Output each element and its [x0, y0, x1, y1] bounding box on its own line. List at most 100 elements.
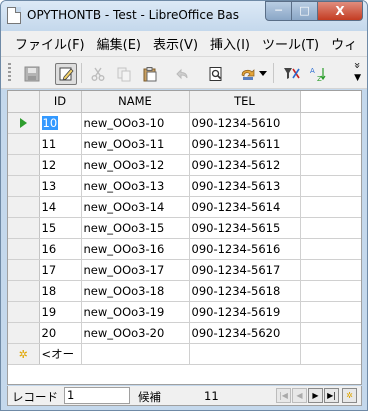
autofilter-icon[interactable]	[281, 63, 303, 85]
cell-id[interactable]: 16	[39, 238, 82, 260]
chevron-down-icon[interactable]	[257, 63, 269, 85]
cell-name[interactable]: new_OOo3-17	[81, 259, 190, 281]
row-header[interactable]	[8, 238, 40, 260]
cell-id[interactable]: 14	[39, 196, 82, 218]
new-record-button[interactable]: ✲	[342, 388, 357, 403]
cell-id[interactable]: 19	[39, 301, 82, 323]
column-header-tel[interactable]: TEL	[189, 91, 301, 113]
row-header[interactable]: ✲	[8, 343, 40, 365]
menu-view[interactable]: 表示(V)	[147, 34, 204, 53]
cell-tel[interactable]: 090-1234-5616	[189, 238, 301, 260]
next-record-button[interactable]: ▶	[308, 388, 323, 403]
toolbar-overflow[interactable]: » ▼	[351, 61, 364, 83]
save-icon[interactable]	[21, 63, 43, 85]
cell-tel[interactable]: 090-1234-5615	[189, 217, 301, 239]
cell-name[interactable]: new_OOo3-14	[81, 196, 190, 218]
cell-name[interactable]: new_OOo3-11	[81, 133, 190, 155]
empty-cell	[300, 217, 361, 239]
row-header[interactable]	[8, 322, 40, 344]
column-header-name[interactable]: NAME	[81, 91, 190, 113]
record-navigation-bar: レコード 1 候補 11 |◀ ◀ ▶ ▶| ✲	[7, 386, 362, 406]
table-row[interactable]: 11 new_OOo3-11 090-1234-5611	[8, 133, 361, 155]
menu-edit[interactable]: 編集(E)	[91, 34, 147, 53]
column-header-id[interactable]: ID	[39, 91, 82, 113]
cell-name[interactable]: new_OOo3-19	[81, 301, 190, 323]
cell-tel[interactable]: 090-1234-5610	[189, 112, 301, 134]
table-row[interactable]: 17 new_OOo3-17 090-1234-5617	[8, 259, 361, 281]
print-preview-icon[interactable]	[205, 63, 227, 85]
cell-id[interactable]: 10	[39, 112, 82, 134]
row-header[interactable]	[8, 175, 40, 197]
maximize-button[interactable]: □	[292, 1, 318, 21]
cell-name[interactable]: new_OOo3-18	[81, 280, 190, 302]
menu-insert[interactable]: 挿入(I)	[204, 34, 256, 53]
cell-id[interactable]: <オー	[39, 343, 82, 365]
cut-icon[interactable]	[87, 63, 109, 85]
table-row[interactable]: 10 new_OOo3-10 090-1234-5610	[8, 112, 361, 134]
cell-name[interactable]: new_OOo3-20	[81, 322, 190, 344]
row-header[interactable]	[8, 259, 40, 281]
cell-tel[interactable]: 090-1234-5617	[189, 259, 301, 281]
cell-name[interactable]	[81, 343, 190, 365]
menu-tools[interactable]: ツール(T)	[256, 34, 325, 53]
row-header[interactable]	[8, 133, 40, 155]
cell-id[interactable]: 13	[39, 175, 82, 197]
undo-icon[interactable]	[171, 63, 193, 85]
empty-cell	[300, 343, 361, 365]
cell-name[interactable]: new_OOo3-13	[81, 175, 190, 197]
cell-name[interactable]: new_OOo3-10	[81, 112, 190, 134]
empty-cell	[300, 133, 361, 155]
cell-id[interactable]: 20	[39, 322, 82, 344]
cell-name[interactable]: new_OOo3-15	[81, 217, 190, 239]
new-record-row[interactable]: ✲ <オー	[8, 343, 361, 365]
empty-cell	[300, 175, 361, 197]
cell-tel[interactable]: 090-1234-5613	[189, 175, 301, 197]
menu-file[interactable]: ファイル(F)	[1, 34, 91, 53]
table-row[interactable]: 15 new_OOo3-15 090-1234-5615	[8, 217, 361, 239]
row-header[interactable]	[8, 301, 40, 323]
sort-ascending-icon[interactable]: AZ	[307, 63, 329, 85]
selected-cell-text: 10	[41, 115, 59, 130]
cell-tel[interactable]: 090-1234-5611	[189, 133, 301, 155]
row-header[interactable]	[8, 280, 40, 302]
cell-tel[interactable]: 090-1234-5618	[189, 280, 301, 302]
cell-name[interactable]: new_OOo3-16	[81, 238, 190, 260]
table-row[interactable]: 14 new_OOo3-14 090-1234-5614	[8, 196, 361, 218]
paste-icon[interactable]	[139, 63, 161, 85]
cell-id[interactable]: 12	[39, 154, 82, 176]
close-button[interactable]: X	[318, 1, 363, 21]
table-row[interactable]: 20 new_OOo3-20 090-1234-5620	[8, 322, 361, 344]
cell-tel[interactable]: 090-1234-5612	[189, 154, 301, 176]
row-header[interactable]	[8, 196, 40, 218]
cell-tel[interactable]: 090-1234-5620	[189, 322, 301, 344]
row-header[interactable]	[8, 154, 40, 176]
edit-mode-icon[interactable]	[55, 63, 77, 85]
cell-tel[interactable]: 090-1234-5619	[189, 301, 301, 323]
toolbar-grip[interactable]	[8, 63, 11, 83]
cell-id[interactable]: 15	[39, 217, 82, 239]
table-row[interactable]: 19 new_OOo3-19 090-1234-5619	[8, 301, 361, 323]
sort-icon[interactable]	[237, 63, 259, 85]
row-header[interactable]	[8, 217, 40, 239]
menu-window[interactable]: ウィ	[325, 34, 363, 53]
record-label: レコード	[12, 390, 58, 404]
record-number-input[interactable]: 1	[64, 387, 130, 404]
corner-header[interactable]	[8, 91, 40, 113]
cell-tel[interactable]: 090-1234-5614	[189, 196, 301, 218]
cell-id[interactable]: 17	[39, 259, 82, 281]
previous-record-button[interactable]: ◀	[292, 388, 307, 403]
empty-header-space	[300, 91, 361, 113]
cell-id[interactable]: 18	[39, 280, 82, 302]
table-row[interactable]: 12 new_OOo3-12 090-1234-5612	[8, 154, 361, 176]
cell-tel[interactable]	[189, 343, 301, 365]
row-header[interactable]	[8, 112, 40, 134]
last-record-button[interactable]: ▶|	[324, 388, 339, 403]
table-row[interactable]: 13 new_OOo3-13 090-1234-5613	[8, 175, 361, 197]
table-row[interactable]: 16 new_OOo3-16 090-1234-5616	[8, 238, 361, 260]
table-row[interactable]: 18 new_OOo3-18 090-1234-5618	[8, 280, 361, 302]
copy-icon[interactable]	[113, 63, 135, 85]
cell-id[interactable]: 11	[39, 133, 82, 155]
cell-name[interactable]: new_OOo3-12	[81, 154, 190, 176]
first-record-button[interactable]: |◀	[276, 388, 291, 403]
minimize-button[interactable]: ─	[265, 1, 292, 21]
